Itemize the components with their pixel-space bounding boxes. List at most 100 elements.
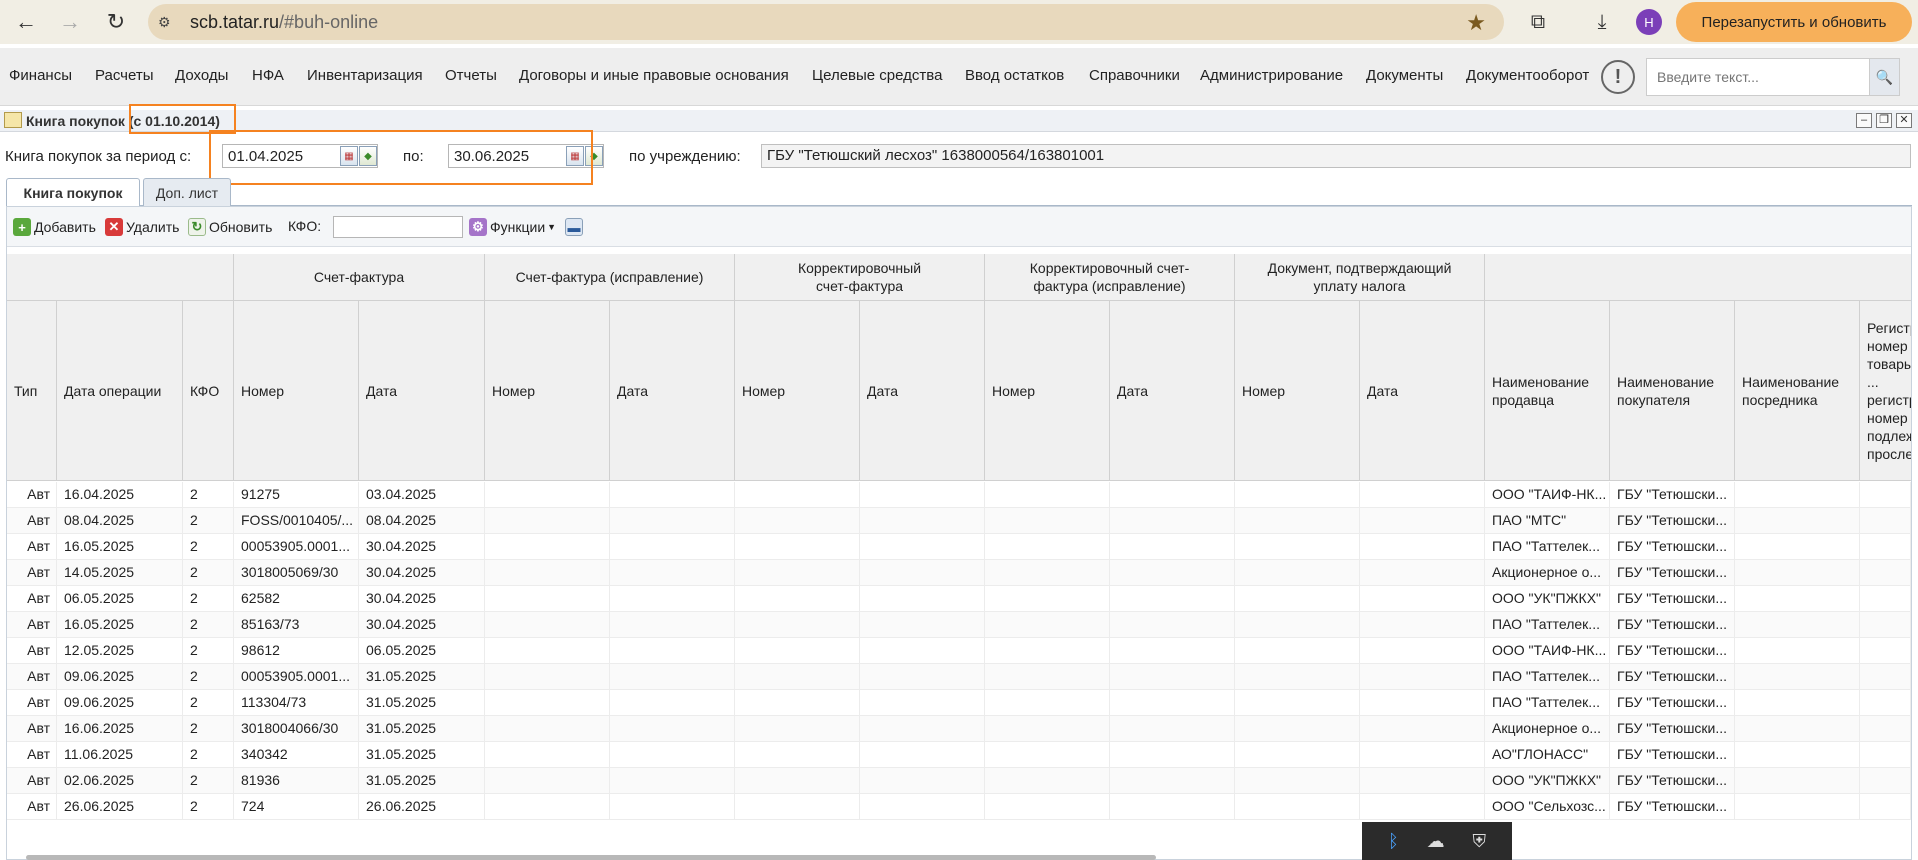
download-icon[interactable]: ⤓ [1584, 4, 1620, 40]
menu-item-contracts[interactable]: Договоры и иные правовые основания [519, 67, 789, 84]
menu-item-reports[interactable]: Отчеты [445, 67, 497, 84]
cell-kfo: 2 [183, 768, 234, 794]
menu-item-finance[interactable]: Финансы [9, 67, 72, 84]
org-field[interactable]: ГБУ "Тетюшский лесхоз" 1638000564/163801… [761, 144, 1911, 168]
forward-icon[interactable]: → [50, 2, 90, 42]
column-header-tax-doc-number[interactable]: Номер [1235, 301, 1360, 480]
security-icon[interactable]: ⛨ [1473, 831, 1487, 852]
site-info-icon[interactable]: ⚙ [158, 14, 190, 31]
date-to-field[interactable]: 30.06.2025 ▦ ◆ [448, 144, 604, 168]
menu-item-administration[interactable]: Администрирование [1200, 67, 1343, 84]
column-header-kfo[interactable]: КФО [183, 301, 234, 480]
cell-tax-doc-number [1235, 794, 1360, 820]
column-header-invoice-date[interactable]: Дата [359, 301, 485, 480]
table-row[interactable]: Авт 09.06.2025 2 113304/73 31.05.2025 ПАО "Та… [7, 690, 1911, 716]
column-header-correction-number[interactable]: Номер [485, 301, 610, 480]
search-input[interactable] [1647, 69, 1857, 85]
print-button[interactable]: ▬ [565, 218, 586, 236]
table-row[interactable]: Авт 16.05.2025 2 85163/73 30.04.2025 ПАО "Тат… [7, 612, 1911, 638]
back-icon[interactable]: ← [6, 2, 46, 42]
functions-label: Функции [490, 219, 546, 235]
cell-op-date: 16.05.2025 [57, 534, 183, 560]
column-header-correction-date[interactable]: Дата [610, 301, 735, 480]
functions-button[interactable]: ⚙ Функции ▼ [469, 218, 556, 236]
table-row[interactable]: Авт 14.05.2025 2 3018005069/30 30.04.2025 Акц… [7, 560, 1911, 586]
cell-tax-doc-date [1360, 768, 1485, 794]
menu-item-document-flow[interactable]: Документооборот [1466, 67, 1589, 84]
address-bar[interactable]: ⚙ scb.tatar.ru/#buh-online ★ [148, 4, 1504, 40]
search-icon[interactable]: 🔍 [1869, 59, 1899, 95]
cell-seller: Акционерное о... [1485, 716, 1610, 742]
cell-tax-doc-date [1360, 742, 1485, 768]
cell-correction-date [610, 534, 735, 560]
cell-corrective-corr-number [985, 508, 1110, 534]
column-header-corrective-corr-number[interactable]: Номер [985, 301, 1110, 480]
column-header-type[interactable]: Тип [7, 301, 57, 480]
help-icon[interactable]: ! [1601, 60, 1635, 94]
horizontal-scrollbar[interactable] [26, 855, 1156, 860]
table-row[interactable]: Авт 26.06.2025 2 724 26.06.2025 ООО "Сельхозс… [7, 794, 1911, 820]
cell-tax-doc-number [1235, 690, 1360, 716]
cell-buyer: ГБУ "Тетюшски... [1610, 690, 1735, 716]
cell-tax-doc-date [1360, 534, 1485, 560]
cell-registration [1860, 638, 1911, 664]
column-header-registration[interactable]: Регистр. номер ... товары ... регистр. н… [1860, 301, 1911, 480]
cell-kfo: 2 [183, 482, 234, 508]
window-title-bar: Книга покупок (с 01.10.2014) – ❐ ✕ [0, 110, 1918, 132]
cell-corrective-number [735, 560, 860, 586]
table-row[interactable]: Авт 12.05.2025 2 98612 06.05.2025 ООО "ТАИФ-Н… [7, 638, 1911, 664]
bluetooth-icon[interactable]: ᛒ [1388, 831, 1399, 852]
cell-correction-date [610, 768, 735, 794]
column-header-intermediary[interactable]: Наименование посредника [1735, 301, 1860, 480]
tab-additional-sheet[interactable]: Доп. лист [143, 178, 231, 206]
calendar-pick-icon[interactable]: ◆ [359, 146, 377, 166]
cell-buyer: ГБУ "Тетюшски... [1610, 794, 1735, 820]
column-header-op-date[interactable]: Дата операции [57, 301, 183, 480]
menu-item-income[interactable]: Доходы [175, 67, 228, 84]
restart-update-button[interactable]: Перезапустить и обновить [1676, 2, 1912, 42]
table-row[interactable]: Авт 16.05.2025 2 00053905.0001... 30.04.2025… [7, 534, 1911, 560]
calendar-icon[interactable]: ▦ [566, 146, 584, 166]
cell-op-date: 11.06.2025 [57, 742, 183, 768]
kfo-input[interactable] [333, 216, 463, 238]
column-header-tax-doc-date[interactable]: Дата [1360, 301, 1485, 480]
table-row[interactable]: Авт 06.05.2025 2 62582 30.04.2025 ООО "УК"ПЖК… [7, 586, 1911, 612]
search-field[interactable]: 🔍 [1646, 58, 1900, 96]
tab-purchase-book[interactable]: Книга покупок [6, 178, 140, 207]
minimize-icon[interactable]: – [1856, 113, 1872, 128]
calendar-pick-icon[interactable]: ◆ [585, 146, 603, 166]
bookmark-star-icon[interactable]: ★ [1466, 10, 1486, 36]
table-row[interactable]: Авт 02.06.2025 2 81936 31.05.2025 ООО "УК"ПЖК… [7, 768, 1911, 794]
menu-item-calculations[interactable]: Расчеты [95, 67, 154, 84]
menu-item-inventory[interactable]: Инвентаризация [307, 67, 423, 84]
column-header-corrective-number[interactable]: Номер [735, 301, 860, 480]
restore-icon[interactable]: ❐ [1876, 113, 1892, 128]
column-header-corrective-corr-date[interactable]: Дата [1110, 301, 1235, 480]
menu-item-documents[interactable]: Документы [1366, 67, 1443, 84]
table-row[interactable]: Авт 16.04.2025 2 91275 03.04.2025 ООО "ТАИФ-Н… [7, 482, 1911, 508]
refresh-button[interactable]: ↻ Обновить [188, 218, 272, 236]
menu-item-nfa[interactable]: НФА [252, 67, 284, 84]
avatar[interactable]: Н [1636, 9, 1662, 35]
reload-icon[interactable]: ↻ [96, 2, 136, 42]
table-row[interactable]: Авт 16.06.2025 2 3018004066/30 31.05.2025 Акц… [7, 716, 1911, 742]
menu-item-target-funds[interactable]: Целевые средства [812, 67, 942, 84]
close-icon[interactable]: ✕ [1896, 113, 1912, 128]
menu-item-opening-balances[interactable]: Ввод остатков [965, 67, 1064, 84]
table-row[interactable]: Авт 08.04.2025 2 FOSS/0010405/... 08.04.2025… [7, 508, 1911, 534]
network-icon[interactable]: ☁ [1427, 831, 1445, 852]
add-button[interactable]: + Добавить [13, 218, 96, 236]
chevron-down-icon: ▼ [547, 222, 557, 232]
column-header-corrective-date[interactable]: Дата [860, 301, 985, 480]
delete-button[interactable]: ✕ Удалить [105, 218, 179, 236]
column-header-invoice-number[interactable]: Номер [234, 301, 359, 480]
calendar-icon[interactable]: ▦ [340, 146, 358, 166]
table-row[interactable]: Авт 11.06.2025 2 340342 31.05.2025 АО"ГЛОНАСС… [7, 742, 1911, 768]
column-header-buyer[interactable]: Наименование покупателя [1610, 301, 1735, 480]
date-from-field[interactable]: 01.04.2025 ▦ ◆ [222, 144, 378, 168]
extensions-icon[interactable]: ⧉ [1520, 4, 1556, 40]
cell-invoice-date: 30.04.2025 [359, 586, 485, 612]
column-header-seller[interactable]: Наименование продавца [1485, 301, 1610, 480]
table-row[interactable]: Авт 09.06.2025 2 00053905.0001... 31.05.2025… [7, 664, 1911, 690]
menu-item-directories[interactable]: Справочники [1089, 67, 1180, 84]
